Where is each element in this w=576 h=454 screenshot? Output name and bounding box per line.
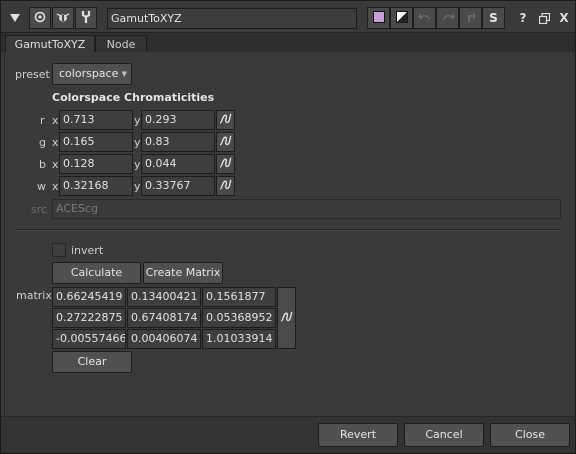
node-bee-button[interactable] (52, 7, 74, 29)
help-icon[interactable]: ? (515, 9, 531, 27)
sync-button[interactable]: S (482, 7, 505, 29)
preset-label: preset (15, 68, 50, 81)
x-label: x (52, 158, 59, 171)
preset-value: colorspace (59, 67, 119, 80)
close-window-icon[interactable]: X (556, 9, 572, 27)
undo-button[interactable] (413, 7, 436, 29)
r-animation-button[interactable] (216, 110, 235, 130)
g-animation-button[interactable] (216, 132, 235, 152)
y-label: y (134, 114, 141, 127)
r-y-field[interactable]: 0.293 (141, 110, 215, 130)
y-label: y (134, 158, 141, 171)
close-button[interactable]: Close (490, 423, 570, 447)
g-y-field[interactable]: 0.83 (141, 132, 215, 152)
cancel-button[interactable]: Cancel (404, 423, 484, 447)
matrix-label: matrix (16, 289, 52, 302)
animation-curve-icon (219, 156, 232, 172)
b-x-field[interactable]: 0.128 (59, 154, 133, 174)
wrench-button[interactable] (75, 7, 97, 29)
r-x-field[interactable]: 0.713 (59, 110, 133, 130)
chevron-down-icon: ▼ (121, 70, 127, 78)
animation-curve-icon (219, 112, 232, 128)
matrix-cell-0-2[interactable]: 0.1561877 (202, 287, 276, 307)
color-slash-button[interactable] (390, 7, 413, 29)
section-divider (15, 229, 561, 231)
channel-label-w: w (37, 180, 46, 193)
tab-bar: GamutToXYZ Node (1, 33, 575, 54)
w-x-field[interactable]: 0.32168 (59, 176, 133, 196)
node-name-field[interactable]: GamutToXYZ (107, 8, 357, 29)
channel-label-g: g (39, 136, 46, 149)
wrench-icon (80, 10, 92, 27)
revert-icon (465, 11, 477, 26)
w-y-field[interactable]: 0.33767 (141, 176, 215, 196)
node-color-icon (34, 11, 46, 26)
invert-checkbox[interactable] (52, 243, 66, 257)
b-animation-button[interactable] (216, 154, 235, 174)
node-bee-icon (56, 11, 70, 26)
b-y-field[interactable]: 0.044 (141, 154, 215, 174)
g-x-field[interactable]: 0.165 (59, 132, 133, 152)
invert-label: invert (71, 244, 104, 257)
undo-icon (417, 11, 432, 25)
matrix-cell-2-1[interactable]: 0.00406074 (127, 329, 201, 349)
color-swatch-icon (372, 10, 385, 26)
channel-label-b: b (39, 158, 46, 171)
sync-icon: S (489, 11, 498, 25)
clear-button[interactable]: Clear (52, 351, 132, 373)
calculate-matrix-button[interactable]: Calculate Matrix (52, 262, 141, 299)
color-slash-icon (395, 10, 408, 26)
node-color-button[interactable] (29, 7, 51, 29)
matrix-cell-1-2[interactable]: 0.05368952 (202, 308, 276, 328)
matrix-cell-1-0[interactable]: 0.27222875 (52, 308, 126, 328)
node-toolbar: GamutToXYZ S ? X (1, 1, 575, 33)
create-matrix-button[interactable]: Create Matrix (143, 262, 223, 284)
matrix-animation-button[interactable] (277, 287, 296, 349)
x-label: x (52, 180, 59, 193)
matrix-cell-2-0[interactable]: -0.00557466 (52, 329, 126, 349)
preset-dropdown[interactable]: colorspace ▼ (52, 63, 132, 85)
matrix-cell-1-1[interactable]: 0.67408174 (127, 308, 201, 328)
revert-button[interactable] (459, 7, 482, 29)
matrix-cell-0-1[interactable]: 0.13400421 (127, 287, 201, 307)
redo-icon (441, 11, 455, 25)
redo-button[interactable] (436, 7, 459, 29)
animation-curve-icon (219, 134, 232, 150)
channel-label-r: r (40, 114, 45, 127)
y-label: y (134, 136, 141, 149)
src-field[interactable]: ACEScg (52, 199, 561, 219)
src-label: src (31, 203, 48, 216)
x-label: x (52, 114, 59, 127)
dialog-footer: Revert Cancel Close (1, 416, 575, 453)
animation-curve-icon (219, 178, 232, 194)
revert-button[interactable]: Revert (318, 423, 398, 447)
color-swatch-button[interactable] (367, 7, 390, 29)
y-label: y (134, 180, 141, 193)
collapse-triangle-icon[interactable] (7, 9, 23, 27)
w-animation-button[interactable] (216, 176, 235, 196)
matrix-cell-0-0[interactable]: 0.66245419 (52, 287, 126, 307)
matrix-cell-2-2[interactable]: 1.01033914 (202, 329, 276, 349)
x-label: x (52, 136, 59, 149)
float-window-icon[interactable] (536, 9, 552, 27)
animation-curve-icon (280, 310, 293, 326)
section-title: Colorspace Chromaticities (52, 91, 215, 104)
